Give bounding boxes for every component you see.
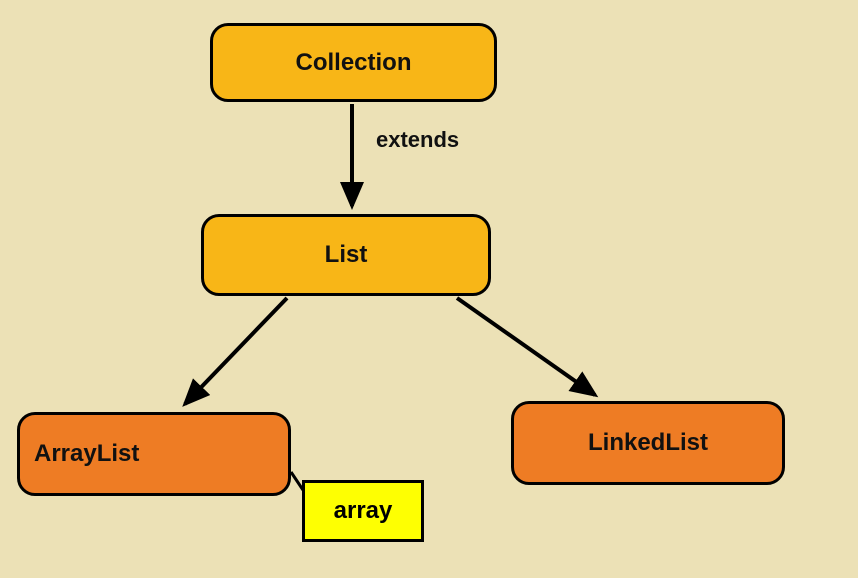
node-collection: Collection xyxy=(210,23,497,102)
node-collection-label: Collection xyxy=(295,49,411,77)
edge-list-to-arraylist xyxy=(185,298,287,404)
edge-label-extends: extends xyxy=(376,127,459,153)
node-linkedlist: LinkedList xyxy=(511,401,785,485)
node-list: List xyxy=(201,214,491,296)
node-arraylist: ArrayList xyxy=(17,412,291,496)
node-array-store: array xyxy=(302,480,424,542)
edge-list-to-linkedlist xyxy=(457,298,595,395)
node-linkedlist-label: LinkedList xyxy=(588,429,708,457)
node-list-label: List xyxy=(325,241,368,269)
node-arraylist-label: ArrayList xyxy=(34,440,139,468)
node-array-store-label: array xyxy=(334,497,393,525)
